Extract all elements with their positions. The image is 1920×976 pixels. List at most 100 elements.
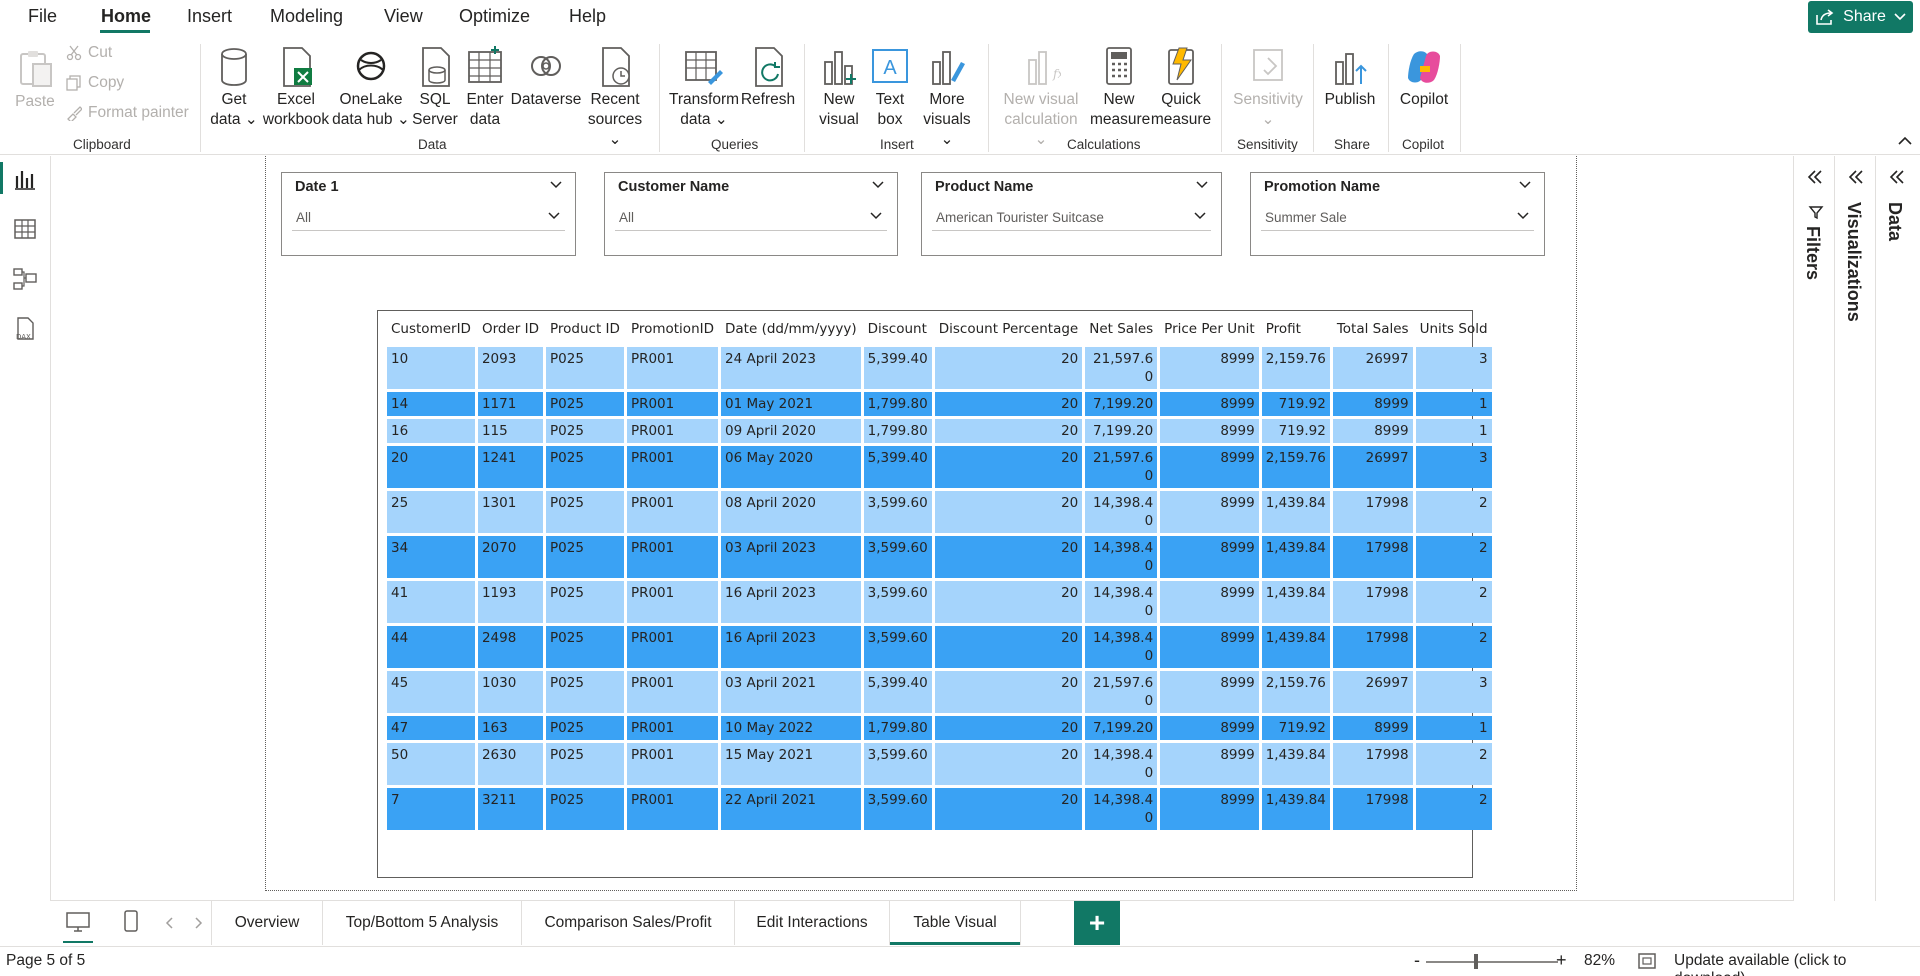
column-header[interactable]: Total Sales — [1333, 314, 1413, 344]
copy-button[interactable]: Copy — [66, 74, 124, 92]
onelake-data-hub-button[interactable]: OneLake data hub ⌄ — [332, 46, 410, 130]
fit-to-page-icon[interactable] — [1637, 952, 1657, 970]
refresh-button[interactable]: Refresh — [740, 46, 796, 110]
tab-top-bottom-5-analysis[interactable]: Top/Bottom 5 Analysis — [323, 901, 522, 945]
column-header[interactable]: Price Per Unit — [1160, 314, 1259, 344]
slicer-dropdown[interactable]: All — [615, 205, 887, 231]
menu-insert[interactable]: Insert — [187, 6, 232, 27]
menu-help[interactable]: Help — [569, 6, 606, 27]
menu-home[interactable]: Home — [101, 6, 151, 27]
table-row[interactable]: 45 1030 P025 PR001 03 April 2021 5,399.40 20 21… — [387, 671, 1492, 713]
slicer-dropdown[interactable]: All — [292, 205, 565, 231]
tab-comparison-sales-profit[interactable]: Comparison Sales/Profit — [522, 901, 735, 945]
table-row[interactable]: 34 2070 P025 PR001 03 April 2023 3,599.60 20 14… — [387, 536, 1492, 578]
zoom-level[interactable]: 82% — [1584, 952, 1615, 970]
menu-optimize[interactable]: Optimize — [459, 6, 530, 27]
tab-overview[interactable]: Overview — [212, 901, 323, 945]
column-header[interactable]: PromotionID — [627, 314, 718, 344]
chevron-down-icon[interactable] — [1195, 179, 1209, 191]
column-header[interactable]: CustomerID — [387, 314, 475, 344]
table-cell: 20 — [934, 392, 1083, 416]
menu-view[interactable]: View — [384, 6, 423, 27]
chevron-down-icon[interactable] — [1518, 179, 1532, 191]
table-row[interactable]: 44 2498 P025 PR001 16 April 2023 3,599.60 20 14… — [387, 626, 1492, 668]
zoom-slider-thumb[interactable] — [1474, 954, 1478, 969]
tab-table-visual[interactable]: Table Visual — [890, 901, 1021, 945]
previous-page-icon[interactable] — [165, 917, 175, 929]
slicer-promotion-name[interactable]: Promotion Name Summer Sale — [1250, 172, 1545, 256]
more-visuals-button[interactable]: More visuals ⌄ — [916, 46, 978, 150]
desktop-layout-icon[interactable] — [65, 911, 91, 933]
expand-filters-icon[interactable] — [1804, 166, 1826, 188]
data-pane[interactable]: Data — [1875, 156, 1920, 901]
table-view-icon[interactable] — [12, 216, 38, 242]
svg-text:fx: fx — [1052, 67, 1061, 81]
new-visual-button[interactable]: New visual — [814, 46, 864, 130]
expand-data-icon[interactable] — [1886, 166, 1908, 188]
table-row[interactable]: 41 1193 P025 PR001 16 April 2023 3,599.60 20 14… — [387, 581, 1492, 623]
cut-button[interactable]: Cut — [66, 44, 112, 62]
table-cell: 1,439.84 — [1261, 536, 1330, 578]
column-header[interactable]: Profit — [1262, 314, 1330, 344]
sql-server-button[interactable]: SQL Server — [412, 46, 458, 130]
text-box-button[interactable]: A Text box — [866, 46, 914, 130]
tab-edit-interactions[interactable]: Edit Interactions — [735, 901, 890, 945]
report-view-icon[interactable] — [12, 166, 38, 192]
dataverse-button[interactable]: Dataverse — [510, 46, 582, 110]
column-header[interactable]: Date (dd/mm/yyyy) — [721, 314, 861, 344]
new-visual-calculation-button[interactable]: fx New visual calculation ⌄ — [996, 46, 1086, 150]
new-measure-button[interactable]: New measure — [1090, 46, 1150, 130]
slicer-customer-name[interactable]: Customer Name All — [604, 172, 898, 256]
slicer-date[interactable]: Date 1 All — [281, 172, 576, 256]
publish-button[interactable]: Publish — [1320, 46, 1380, 110]
dax-query-view-icon[interactable]: DAX — [12, 316, 38, 342]
copilot-button[interactable]: Copilot — [1394, 46, 1454, 110]
table-header-row: CustomerID Order ID Product ID PromotionID D… — [387, 314, 1492, 344]
table-row[interactable]: 25 1301 P025 PR001 08 April 2020 3,599.60 20 14… — [387, 491, 1492, 533]
quick-measure-button[interactable]: Quick measure — [1150, 46, 1212, 130]
get-data-button[interactable]: Get data ⌄ — [208, 46, 260, 130]
column-header[interactable]: Order ID — [478, 314, 543, 344]
visualizations-pane[interactable]: Visualizations — [1834, 156, 1875, 901]
update-available-link[interactable]: Update available (click to download) — [1674, 952, 1920, 976]
slicer-dropdown[interactable]: Summer Sale — [1261, 205, 1534, 231]
mobile-layout-icon[interactable] — [123, 909, 139, 933]
chevron-down-icon[interactable] — [871, 179, 885, 191]
table-row[interactable]: 50 2630 P025 PR001 15 May 2021 3,599.60 20 14,3… — [387, 743, 1492, 785]
zoom-in-button[interactable]: + — [1556, 950, 1567, 971]
slicer-dropdown[interactable]: American Tourister Suitcase — [932, 205, 1211, 231]
menu-file[interactable]: File — [28, 6, 57, 27]
transform-data-button[interactable]: Transform data ⌄ — [668, 46, 740, 130]
excel-workbook-button[interactable]: Excel workbook — [262, 46, 330, 130]
sensitivity-button[interactable]: Sensitivity ⌄ — [1228, 46, 1308, 130]
menu-modeling[interactable]: Modeling — [270, 6, 343, 27]
chevron-down-icon[interactable] — [549, 179, 563, 191]
model-view-icon[interactable] — [12, 266, 38, 292]
table-row[interactable]: 16 115 P025 PR001 09 April 2020 1,799.80 20 7,1… — [387, 419, 1492, 443]
table-row[interactable]: 7 3211 P025 PR001 22 April 2021 3,599.60 20 14,… — [387, 788, 1492, 830]
slicer-product-name[interactable]: Product Name American Tourister Suitcase — [921, 172, 1222, 256]
table-row[interactable]: 10 2093 P025 PR001 24 April 2023 5,399.40 20 21… — [387, 347, 1492, 389]
table-cell: 1 — [1415, 716, 1492, 740]
next-page-icon[interactable] — [193, 917, 203, 929]
expand-visualizations-icon[interactable] — [1845, 166, 1867, 188]
table-row[interactable]: 47 163 P025 PR001 10 May 2022 1,799.80 20 7,199… — [387, 716, 1492, 740]
table-row[interactable]: 20 1241 P025 PR001 06 May 2020 5,399.40 20 21,5… — [387, 446, 1492, 488]
add-page-button[interactable]: + — [1074, 901, 1120, 945]
recent-sources-button[interactable]: Recent sources ⌄ — [580, 46, 650, 150]
table-visual[interactable]: CustomerID Order ID Product ID PromotionID D… — [377, 310, 1492, 878]
paste-button[interactable]: Paste — [14, 48, 56, 112]
share-button[interactable]: Share — [1808, 1, 1913, 33]
zoom-slider-track[interactable] — [1426, 961, 1558, 963]
collapse-ribbon-icon[interactable] — [1898, 136, 1912, 146]
column-header[interactable]: Discount Percentage — [935, 314, 1083, 344]
column-header[interactable]: Net Sales — [1085, 314, 1157, 344]
filters-pane[interactable]: Filters — [1793, 156, 1834, 901]
column-header[interactable]: Units Sold — [1416, 314, 1492, 344]
column-header[interactable]: Product ID — [546, 314, 624, 344]
table-row[interactable]: 14 1171 P025 PR001 01 May 2021 1,799.80 20 7,19… — [387, 392, 1492, 416]
zoom-out-button[interactable]: - — [1414, 950, 1420, 971]
format-painter-button[interactable]: Format painter — [66, 104, 189, 122]
enter-data-button[interactable]: Enter data — [462, 46, 508, 130]
column-header[interactable]: Discount — [864, 314, 932, 344]
